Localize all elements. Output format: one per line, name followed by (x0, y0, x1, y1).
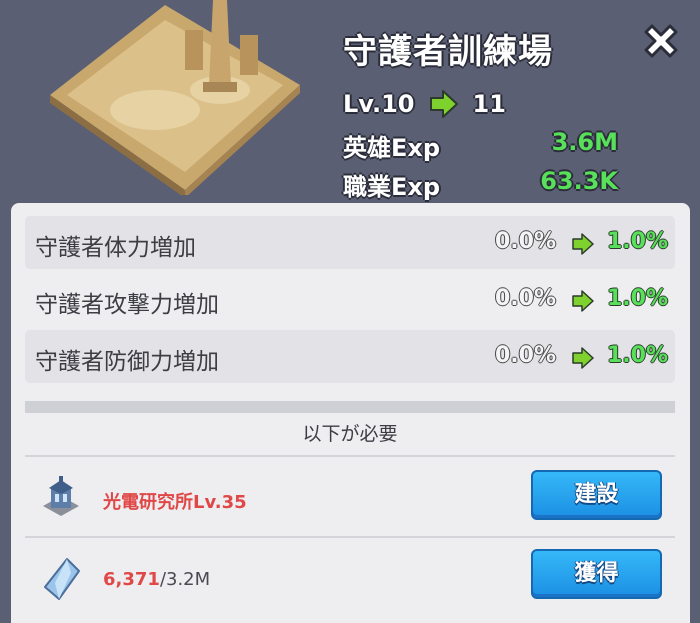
obtain-button[interactable]: 獲得 (531, 549, 662, 599)
divider (25, 455, 675, 457)
stat-name: 守護者体力増加 (35, 235, 196, 261)
building-title: 守護者訓練場 (343, 32, 553, 72)
arrow-right-icon (429, 90, 458, 118)
stat-current: 0.0% (495, 229, 557, 254)
close-icon[interactable] (638, 18, 684, 64)
job-exp-row: 職業Exp 63.3K (343, 167, 618, 202)
stat-next: 1.0% (607, 286, 669, 311)
hero-exp-value: 3.6M (551, 128, 618, 156)
divider (25, 401, 675, 413)
stat-row: 守護者防御力増加 0.0% 1.0% (25, 330, 675, 383)
header: 守護者訓練場 Lv.10 11 英雄Exp 3.6M 職業Exp 63.3K (0, 0, 700, 205)
stat-row: 守護者体力増加 0.0% 1.0% (25, 216, 675, 269)
requirement-row: 6,371/3.2M 獲得 (25, 539, 675, 617)
arrow-right-icon (572, 347, 594, 369)
stat-current: 0.0% (495, 343, 557, 368)
stat-name: 守護者防御力増加 (35, 349, 219, 375)
requirement-label: 光電研究所Lv.35 (103, 492, 247, 513)
laboratory-building-icon (43, 476, 79, 516)
hero-exp-label: 英雄Exp (343, 134, 441, 162)
level-upgrade: Lv.10 11 (343, 90, 506, 118)
crystal-icon (44, 558, 80, 600)
stat-row: 守護者攻撃力増加 0.0% 1.0% (25, 273, 675, 326)
divider (25, 536, 675, 538)
build-button[interactable]: 建設 (531, 470, 662, 520)
hero-exp-row: 英雄Exp 3.6M (343, 128, 618, 163)
level-next: 11 (472, 90, 506, 118)
training-ground-building-image (50, 0, 300, 195)
crystal-owned: 6,371 (103, 569, 160, 590)
stat-current: 0.0% (495, 286, 557, 311)
requirements-title: 以下が必要 (302, 423, 398, 445)
arrow-right-icon (572, 290, 594, 312)
detail-panel: 守護者体力増加 0.0% 1.0% 守護者攻撃力増加 0.0% 1.0% 守護者… (11, 203, 690, 623)
requirement-label: 6,371/3.2M (103, 569, 210, 590)
arrow-right-icon (572, 233, 594, 255)
stat-next: 1.0% (607, 343, 669, 368)
job-exp-label: 職業Exp (343, 173, 441, 201)
level-current: Lv.10 (343, 90, 415, 118)
job-exp-value: 63.3K (540, 167, 618, 195)
stat-next: 1.0% (607, 229, 669, 254)
crystal-required: /3.2M (159, 569, 211, 590)
requirement-row: 光電研究所Lv.35 建設 (25, 458, 675, 536)
stat-name: 守護者攻撃力増加 (35, 292, 219, 318)
